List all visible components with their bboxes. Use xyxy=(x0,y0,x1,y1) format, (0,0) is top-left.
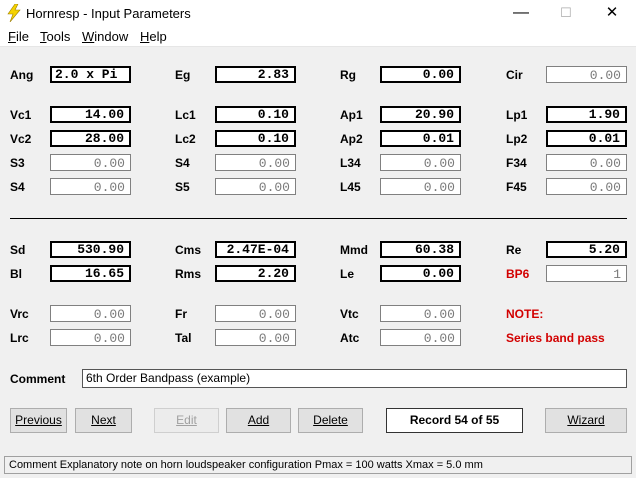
label-cir: Cir xyxy=(506,68,523,82)
label-mmd: Mmd xyxy=(340,243,368,257)
field-f34[interactable]: 0.00 xyxy=(546,154,627,171)
menu-file[interactable]: File xyxy=(8,29,29,44)
label-cms: Cms xyxy=(175,243,202,257)
field-le[interactable]: 0.00 xyxy=(380,265,461,282)
field-lp2[interactable]: 0.01 xyxy=(546,130,627,147)
field-tal[interactable]: 0.00 xyxy=(215,329,296,346)
label-atc: Atc xyxy=(340,331,360,345)
label-lp2: Lp2 xyxy=(506,132,528,146)
label-l34: L34 xyxy=(340,156,361,170)
label-lp1: Lp1 xyxy=(506,108,528,122)
note-text: Series band pass xyxy=(506,331,605,345)
label-ang: Ang xyxy=(10,68,34,82)
comment-label: Comment xyxy=(10,372,66,386)
label-vrc: Vrc xyxy=(10,307,29,321)
next-button[interactable]: Next xyxy=(75,408,132,433)
label-rms: Rms xyxy=(175,267,202,281)
label-lc1: Lc1 xyxy=(175,108,196,122)
label-s4-second: S4 xyxy=(10,180,25,194)
label-bp6: BP6 xyxy=(506,267,530,281)
field-atc[interactable]: 0.00 xyxy=(380,329,461,346)
field-cms[interactable]: 2.47E-04 xyxy=(215,241,296,258)
field-s4-second[interactable]: 0.00 xyxy=(50,178,131,195)
field-s5[interactable]: 0.00 xyxy=(215,178,296,195)
field-rg[interactable]: 0.00 xyxy=(380,66,461,83)
lightning-icon xyxy=(6,3,22,23)
field-bl[interactable]: 16.65 xyxy=(50,265,131,282)
field-f45[interactable]: 0.00 xyxy=(546,178,627,195)
field-rms[interactable]: 2.20 xyxy=(215,265,296,282)
label-f45: F45 xyxy=(506,180,527,194)
field-vrc[interactable]: 0.00 xyxy=(50,305,131,322)
field-cir[interactable]: 0.00 xyxy=(546,66,627,83)
field-bp6[interactable]: 1 xyxy=(546,265,627,282)
label-s5: S5 xyxy=(175,180,190,194)
maximize-button[interactable]: ☐ xyxy=(543,0,589,26)
field-l34[interactable]: 0.00 xyxy=(380,154,461,171)
field-mmd[interactable]: 60.38 xyxy=(380,241,461,258)
label-le: Le xyxy=(340,267,355,281)
field-vtc[interactable]: 0.00 xyxy=(380,305,461,322)
field-re[interactable]: 5.20 xyxy=(546,241,627,258)
label-tal: Tal xyxy=(175,331,192,345)
label-vc1: Vc1 xyxy=(10,108,32,122)
field-sd[interactable]: 530.90 xyxy=(50,241,131,258)
field-l45[interactable]: 0.00 xyxy=(380,178,461,195)
label-lc2: Lc2 xyxy=(175,132,196,146)
field-lp1[interactable]: 1.90 xyxy=(546,106,627,123)
menu-window[interactable]: Window xyxy=(82,29,128,44)
label-bl: Bl xyxy=(10,267,22,281)
wizard-button[interactable]: Wizard xyxy=(545,408,627,433)
label-lrc: Lrc xyxy=(10,331,29,345)
note-label: NOTE: xyxy=(506,307,544,321)
field-ang[interactable]: 2.0 x Pi xyxy=(50,66,131,83)
menu-help[interactable]: Help xyxy=(140,29,167,44)
field-s3[interactable]: 0.00 xyxy=(50,154,131,171)
record-indicator: Record 54 of 55 xyxy=(386,408,523,433)
label-fr: Fr xyxy=(175,307,187,321)
close-button[interactable]: ✕ xyxy=(589,0,635,26)
comment-input[interactable]: 6th Order Bandpass (example) xyxy=(82,369,627,388)
label-ap1: Ap1 xyxy=(340,108,363,122)
field-vc1[interactable]: 14.00 xyxy=(50,106,131,123)
label-vc2: Vc2 xyxy=(10,132,32,146)
status-bar: Comment Explanatory note on horn loudspe… xyxy=(4,456,632,474)
label-l45: L45 xyxy=(340,180,361,194)
label-f34: F34 xyxy=(506,156,527,170)
field-eg[interactable]: 2.83 xyxy=(215,66,296,83)
minimize-button[interactable]: — xyxy=(498,0,544,26)
edit-button[interactable]: Edit xyxy=(154,408,219,433)
label-eg: Eg xyxy=(175,68,191,82)
field-lc1[interactable]: 0.10 xyxy=(215,106,296,123)
field-lrc[interactable]: 0.00 xyxy=(50,329,131,346)
label-sd: Sd xyxy=(10,243,26,257)
field-fr[interactable]: 0.00 xyxy=(215,305,296,322)
field-ap2[interactable]: 0.01 xyxy=(380,130,461,147)
field-s4[interactable]: 0.00 xyxy=(215,154,296,171)
menu-tools[interactable]: Tools xyxy=(40,29,70,44)
previous-button[interactable]: Previous xyxy=(10,408,67,433)
delete-button[interactable]: Delete xyxy=(298,408,363,433)
field-ap1[interactable]: 20.90 xyxy=(380,106,461,123)
label-re: Re xyxy=(506,243,522,257)
field-lc2[interactable]: 0.10 xyxy=(215,130,296,147)
label-ap2: Ap2 xyxy=(340,132,363,146)
label-vtc: Vtc xyxy=(340,307,359,321)
label-s4: S4 xyxy=(175,156,190,170)
label-s3: S3 xyxy=(10,156,25,170)
field-vc2[interactable]: 28.00 xyxy=(50,130,131,147)
add-button[interactable]: Add xyxy=(226,408,291,433)
separator-line xyxy=(10,218,627,219)
label-rg: Rg xyxy=(340,68,356,82)
window-title: Hornresp - Input Parameters xyxy=(26,6,191,21)
